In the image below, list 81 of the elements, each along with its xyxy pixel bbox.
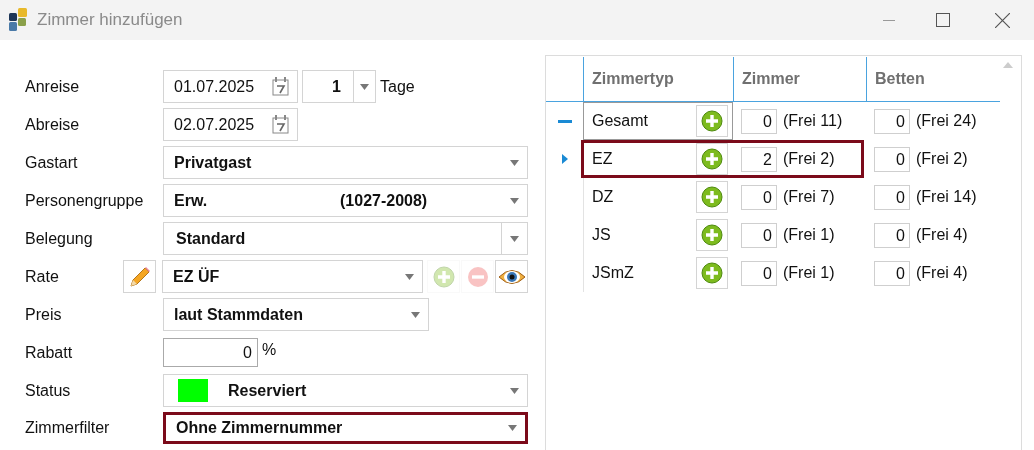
- free-count: (Frei 11): [783, 112, 843, 130]
- date-field[interactable]: 01.07.2025: [163, 70, 298, 103]
- minus-icon: [466, 265, 489, 288]
- pencil-icon: [127, 264, 152, 289]
- plus-icon: [701, 148, 723, 170]
- plus-icon: [701, 262, 723, 284]
- field-label: Rabatt: [25, 343, 73, 362]
- maximize-icon: [936, 13, 950, 27]
- rooms-field[interactable]: 0: [741, 260, 777, 286]
- field-label: Zimmerfilter: [25, 419, 110, 437]
- free-count: (Frei 2): [783, 150, 835, 168]
- dropdown[interactable]: laut Stammdaten: [163, 298, 429, 331]
- days-field[interactable]: 1: [302, 70, 376, 103]
- free-count: (Frei 1): [783, 226, 835, 244]
- field-label: Abreise: [25, 115, 80, 134]
- dropdown-arrow-icon[interactable]: [510, 159, 519, 166]
- calendar-icon[interactable]: [272, 77, 289, 96]
- dropdown-arrow-icon[interactable]: [405, 273, 414, 280]
- free-count: (Frei 1): [783, 264, 835, 282]
- days-unit: Tage: [380, 77, 415, 96]
- dropdown[interactable]: EZ ÜF: [162, 260, 423, 293]
- add-button[interactable]: [696, 105, 728, 137]
- free-count: (Frei 14): [916, 188, 977, 206]
- field-label: Anreise: [25, 77, 80, 96]
- view-button[interactable]: [495, 260, 528, 293]
- dropdown-arrow-icon[interactable]: [510, 387, 519, 394]
- dropdown-arrow-icon[interactable]: [360, 83, 369, 90]
- collapse-icon[interactable]: [557, 119, 572, 123]
- rooms-field[interactable]: 2: [741, 146, 777, 172]
- add-button[interactable]: [696, 181, 728, 213]
- add-button[interactable]: [696, 257, 728, 289]
- field-label: Rate: [25, 267, 59, 286]
- plus-icon: [701, 110, 723, 132]
- add-button[interactable]: [696, 219, 728, 251]
- field-label: Gastart: [25, 153, 78, 172]
- plus-icon: [701, 224, 723, 246]
- dropdown-arrow-icon[interactable]: [411, 311, 420, 318]
- dropdown-arrow-icon[interactable]: [510, 235, 519, 242]
- field-label: Personengruppe: [25, 191, 144, 210]
- free-count: (Frei 24): [916, 112, 977, 130]
- add-button[interactable]: [696, 143, 728, 175]
- plus-icon: [432, 265, 455, 288]
- dropdown[interactable]: Privatgast: [163, 146, 528, 179]
- dropdown[interactable]: Standard: [163, 222, 528, 255]
- calendar-icon[interactable]: [272, 115, 289, 134]
- window-title: Zimmer hinzufügen: [37, 10, 183, 30]
- column-header[interactable]: Zimmertyp: [583, 57, 733, 102]
- dropdown[interactable]: Ohne Zimmernummer: [163, 412, 528, 444]
- dropdown-arrow-icon[interactable]: [508, 425, 517, 431]
- beds-field[interactable]: 0: [874, 146, 910, 172]
- date-field[interactable]: 02.07.2025: [163, 108, 298, 141]
- rooms-field[interactable]: 0: [741, 184, 777, 210]
- field-label: Belegung: [25, 229, 93, 248]
- beds-field[interactable]: 0: [874, 260, 910, 286]
- eye-icon: [497, 267, 526, 286]
- rooms-field[interactable]: 0: [741, 108, 777, 134]
- app-logo-icon: [9, 8, 29, 32]
- close-icon: [994, 12, 1010, 28]
- edit-button[interactable]: [123, 260, 156, 293]
- beds-field[interactable]: 0: [874, 108, 910, 134]
- free-count: (Frei 4): [916, 264, 968, 282]
- free-count: (Frei 7): [783, 188, 835, 206]
- free-count: (Frei 2): [916, 150, 968, 168]
- room-type: EZ: [592, 150, 614, 168]
- dropdown[interactable]: Reserviert: [163, 374, 528, 407]
- beds-field[interactable]: 0: [874, 184, 910, 210]
- dropdown[interactable]: Erw. (1027-2008): [163, 184, 528, 217]
- number-field[interactable]: 0: [163, 338, 258, 367]
- room-type: Gesamt: [592, 112, 649, 130]
- rooms-field[interactable]: 0: [741, 222, 777, 248]
- percent-unit: %: [262, 340, 277, 359]
- field-label: Status: [25, 381, 71, 400]
- free-count: (Frei 4): [916, 226, 968, 244]
- room-type: JS: [592, 226, 612, 244]
- beds-field[interactable]: 0: [874, 222, 910, 248]
- dropdown-arrow-icon[interactable]: [510, 197, 519, 204]
- field-label: Preis: [25, 305, 62, 324]
- room-type: JSmZ: [592, 264, 635, 282]
- room-type: DZ: [592, 188, 615, 206]
- plus-icon: [701, 186, 723, 208]
- minimize-icon: [883, 19, 895, 21]
